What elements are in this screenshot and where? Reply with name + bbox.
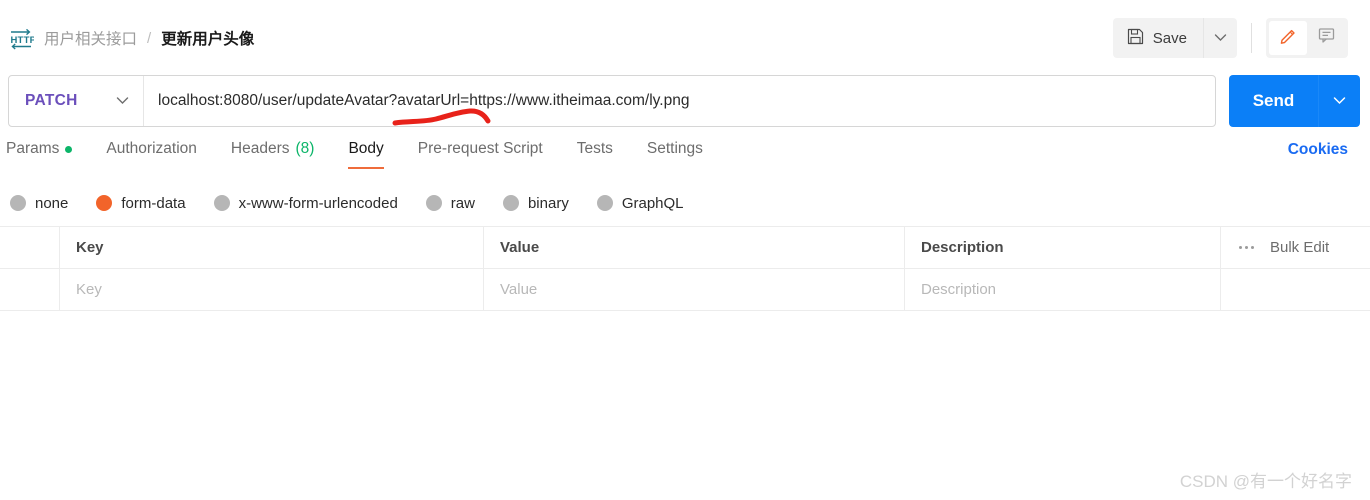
- tab-strip-cutoff: [0, 0, 1370, 8]
- request-tabs: Params Authorization Headers (8) Body Pr…: [0, 138, 1370, 176]
- url-input-value: localhost:8080/user/updateAvatar?avatarU…: [158, 92, 690, 109]
- send-button[interactable]: Send: [1229, 75, 1318, 127]
- chevron-down-icon: [1214, 29, 1227, 47]
- floppy-disk-icon: [1127, 28, 1144, 49]
- comments-button[interactable]: [1307, 21, 1345, 55]
- postman-request-pane: HTTP 用户相关接口 / 更新用户头像 Save PATCH localhos…: [0, 0, 1370, 500]
- tab-body-label: Body: [348, 140, 384, 157]
- http-method-label: PATCH: [25, 92, 78, 109]
- header-divider: [1251, 23, 1252, 53]
- tab-tests-label: Tests: [576, 140, 613, 157]
- send-button-group: Send: [1229, 75, 1360, 127]
- form-data-table: Key Value Description Bulk Edit Key Valu…: [0, 226, 1370, 311]
- table-row: Key Value Description: [0, 269, 1370, 311]
- body-type-form-data-label: form-data: [121, 194, 186, 212]
- radio-icon: [502, 195, 519, 211]
- tab-settings-label: Settings: [646, 140, 703, 157]
- cookies-link[interactable]: Cookies: [1288, 141, 1348, 159]
- radio-icon: [425, 195, 442, 211]
- http-protocol-icon: HTTP: [8, 26, 34, 50]
- body-type-form-data[interactable]: form-data: [96, 194, 186, 212]
- tab-authorization-label: Authorization: [106, 140, 197, 157]
- radio-icon: [10, 195, 26, 211]
- tab-body[interactable]: Body: [331, 138, 400, 169]
- watermark: CSDN @有一个好名字: [1179, 472, 1352, 491]
- header-actions: Save: [1112, 18, 1348, 58]
- table-header-key: Key: [60, 227, 484, 268]
- row-value-input[interactable]: Value: [484, 269, 905, 310]
- row-description-input[interactable]: Description: [905, 269, 1221, 310]
- row-checkbox-cell[interactable]: [0, 269, 60, 310]
- body-type-graphql[interactable]: GraphQL: [596, 194, 684, 212]
- chevron-down-icon: [116, 92, 129, 110]
- pencil-icon: [1279, 26, 1298, 50]
- tab-headers-count: (8): [295, 140, 315, 157]
- tab-pre-request-script[interactable]: Pre-request Script: [401, 138, 560, 169]
- tab-authorization[interactable]: Authorization: [89, 138, 213, 169]
- row-actions-cell: [1221, 269, 1370, 310]
- tab-pre-request-script-label: Pre-request Script: [417, 140, 543, 157]
- body-type-options: none form-data x-www-form-urlencoded raw…: [0, 188, 1370, 218]
- url-bar-row: PATCH localhost:8080/user/updateAvatar?a…: [8, 74, 1362, 128]
- body-type-raw-label: raw: [450, 194, 475, 212]
- tab-headers-label: Headers: [230, 140, 290, 157]
- table-header-checkbox-cell: [0, 227, 60, 268]
- table-header-actions: Bulk Edit: [1221, 227, 1370, 268]
- params-modified-dot: [65, 145, 73, 153]
- body-type-none-label: none: [35, 194, 69, 212]
- breadcrumb-separator: /: [147, 29, 152, 47]
- body-type-binary[interactable]: binary: [502, 194, 569, 212]
- radio-icon-selected: [96, 195, 113, 211]
- row-key-input[interactable]: Key: [60, 269, 484, 310]
- body-type-graphql-label: GraphQL: [621, 194, 684, 212]
- radio-icon: [213, 195, 230, 211]
- body-type-none[interactable]: none: [10, 195, 68, 212]
- breadcrumb-parent[interactable]: 用户相关接口: [44, 27, 137, 49]
- body-type-raw[interactable]: raw: [425, 194, 475, 212]
- table-header-row: Key Value Description Bulk Edit: [0, 227, 1370, 269]
- save-button[interactable]: Save: [1113, 18, 1203, 58]
- comment-icon: [1317, 26, 1336, 50]
- url-input[interactable]: localhost:8080/user/updateAvatar?avatarU…: [144, 76, 1215, 126]
- body-type-binary-label: binary: [527, 194, 569, 212]
- breadcrumb: HTTP 用户相关接口 / 更新用户头像: [0, 26, 254, 50]
- radio-icon: [596, 195, 613, 211]
- tab-tests[interactable]: Tests: [560, 138, 630, 169]
- ellipsis-icon[interactable]: [1239, 246, 1254, 249]
- url-bar: PATCH localhost:8080/user/updateAvatar?a…: [8, 75, 1216, 127]
- request-tabs-list: Params Authorization Headers (8) Body Pr…: [0, 138, 1370, 169]
- breadcrumb-current: 更新用户头像: [161, 31, 255, 48]
- tab-params[interactable]: Params: [2, 138, 89, 169]
- tab-settings[interactable]: Settings: [630, 138, 720, 169]
- red-underline-annotation: [392, 106, 502, 133]
- send-dropdown-button[interactable]: [1318, 75, 1360, 127]
- edit-request-button[interactable]: [1269, 21, 1307, 55]
- chevron-down-icon: [1333, 92, 1346, 110]
- save-dropdown-button[interactable]: [1203, 18, 1237, 58]
- table-header-value: Value: [484, 227, 905, 268]
- tab-params-label: Params: [6, 140, 60, 157]
- request-header: HTTP 用户相关接口 / 更新用户头像 Save: [0, 8, 1370, 68]
- http-method-select[interactable]: PATCH: [9, 76, 144, 126]
- bulk-edit-button[interactable]: Bulk Edit: [1270, 239, 1329, 256]
- header-icon-group: [1266, 18, 1348, 58]
- save-button-group: Save: [1112, 18, 1237, 58]
- tab-headers[interactable]: Headers (8): [214, 138, 332, 169]
- body-type-x-www-form-urlencoded[interactable]: x-www-form-urlencoded: [213, 194, 398, 212]
- save-button-label: Save: [1152, 29, 1187, 47]
- table-header-description: Description: [905, 227, 1221, 268]
- body-type-x-www-form-urlencoded-label: x-www-form-urlencoded: [238, 194, 398, 212]
